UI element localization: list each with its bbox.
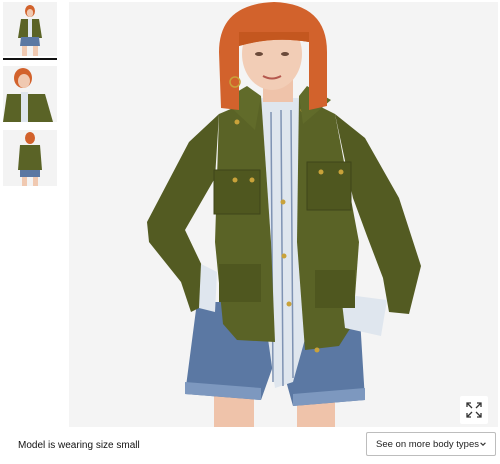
thumbnail-photo-full-body	[3, 2, 57, 56]
expand-image-button[interactable]	[460, 396, 488, 424]
body-types-dropdown[interactable]: See on more body types	[366, 432, 496, 456]
expand-icon	[466, 402, 482, 418]
thumbnail-photo-back-view	[3, 130, 57, 186]
thumbnail-3[interactable]	[3, 130, 57, 186]
product-photo-model-in-jacket	[69, 2, 498, 427]
main-product-image[interactable]	[69, 2, 498, 427]
thumbnail-2[interactable]	[3, 66, 57, 122]
chevron-down-icon	[480, 442, 486, 446]
thumbnail-1[interactable]	[3, 2, 57, 56]
body-types-dropdown-label: See on more body types	[376, 438, 479, 450]
selected-thumbnail-indicator	[3, 58, 57, 60]
model-size-caption: Model is wearing size small	[18, 440, 140, 451]
thumbnail-photo-upper-body	[3, 66, 57, 122]
